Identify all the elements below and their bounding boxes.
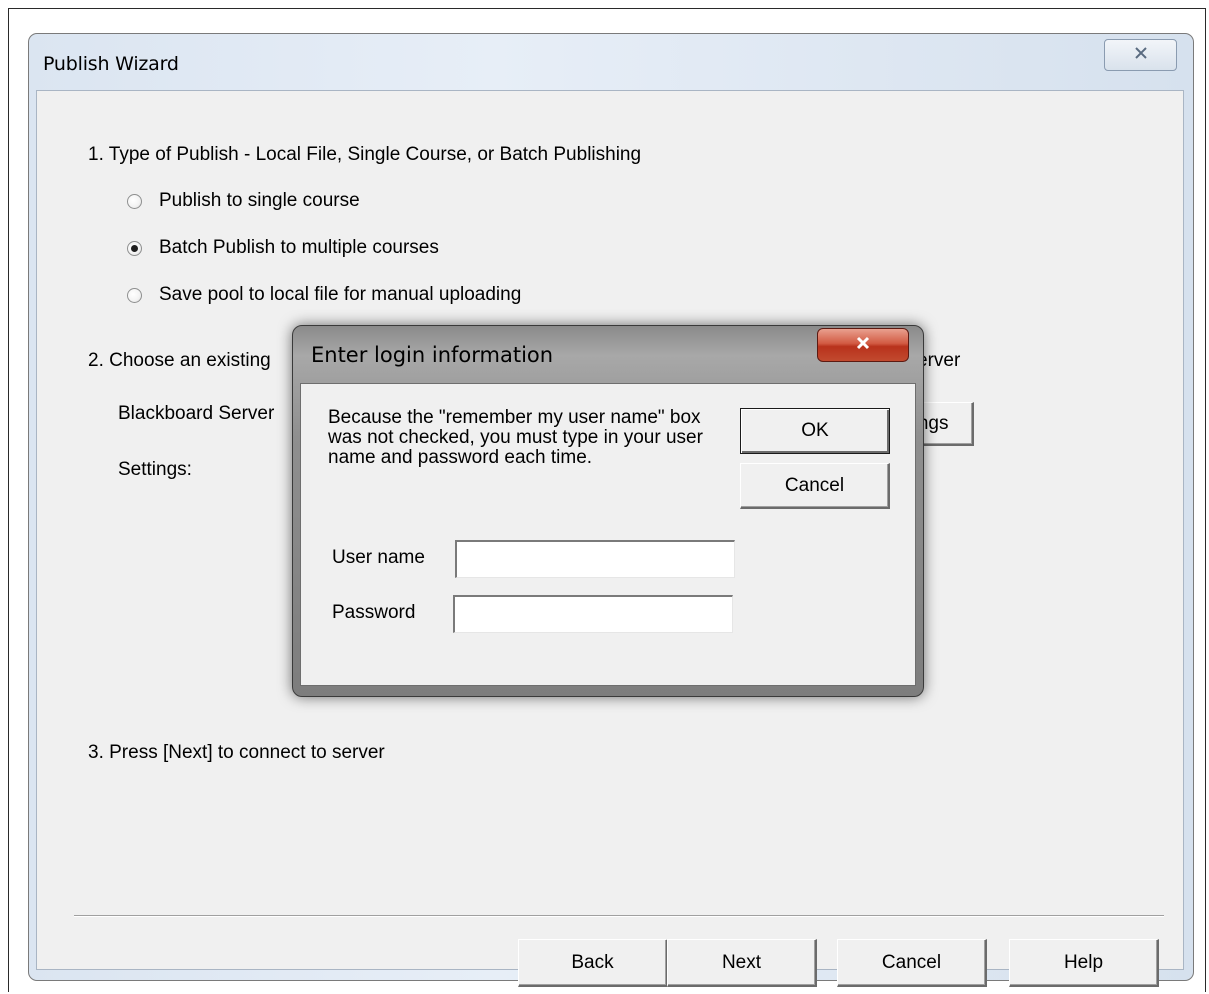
option-save-local-file-label[interactable]: Save pool to local file for manual uploa… xyxy=(159,284,521,306)
wizard-close-button[interactable] xyxy=(1104,39,1177,71)
login-message: Because the "remember my user name" box … xyxy=(328,407,703,468)
settings-label: Settings: xyxy=(118,459,192,480)
separator-highlight xyxy=(74,916,1164,917)
login-client-area: Because the "remember my user name" box … xyxy=(300,383,916,686)
radio-single-course[interactable] xyxy=(127,194,142,209)
step2-heading: 2. Choose an existing xyxy=(88,350,271,371)
server-label: Blackboard Server xyxy=(118,403,275,424)
close-icon xyxy=(855,336,871,355)
close-icon xyxy=(1134,46,1148,64)
password-label: Password xyxy=(332,602,416,623)
username-label: User name xyxy=(332,547,425,568)
next-button[interactable]: Next xyxy=(667,939,817,987)
login-dialog: Enter login information Because the "rem… xyxy=(292,325,924,697)
step1-heading: 1. Type of Publish - Local File, Single … xyxy=(88,144,642,165)
radio-batch-publish[interactable] xyxy=(127,241,142,256)
username-input[interactable] xyxy=(455,540,735,578)
option-batch-publish-label[interactable]: Batch Publish to multiple courses xyxy=(159,237,439,259)
login-cancel-button[interactable]: Cancel xyxy=(740,463,890,509)
wizard-title: Publish Wizard xyxy=(43,53,179,75)
password-input[interactable] xyxy=(453,595,733,633)
ok-button[interactable]: OK xyxy=(740,408,890,454)
radio-save-local-file[interactable] xyxy=(127,288,142,303)
help-button[interactable]: Help xyxy=(1009,939,1159,987)
option-single-course-label[interactable]: Publish to single course xyxy=(159,190,360,212)
login-close-button[interactable] xyxy=(817,328,909,362)
login-dialog-title: Enter login information xyxy=(311,343,554,367)
cancel-button[interactable]: Cancel xyxy=(837,939,987,987)
step3-heading: 3. Press [Next] to connect to server xyxy=(88,742,385,763)
back-button[interactable]: Back xyxy=(518,939,668,987)
